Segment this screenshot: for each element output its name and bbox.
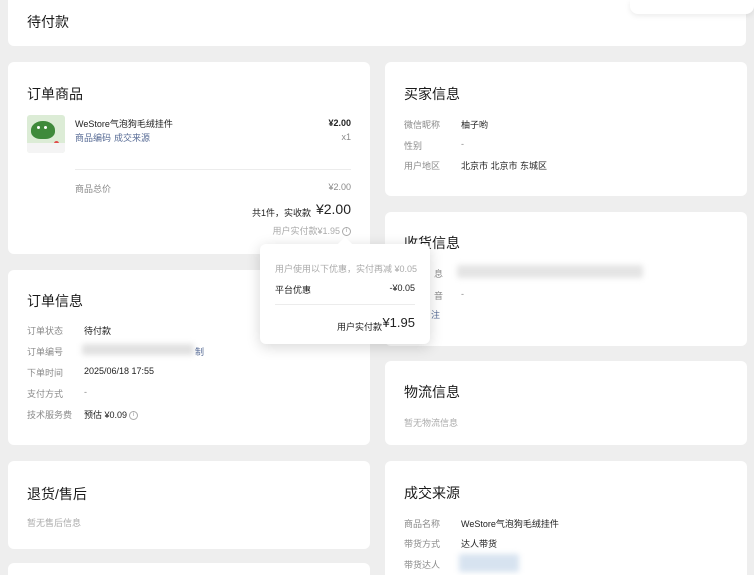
section-title: 买家信息 (404, 86, 460, 102)
talent-redacted (459, 554, 519, 572)
status-label: 订单状态 (27, 326, 64, 336)
gender-label: 性别 (404, 141, 423, 151)
pay-method-value: - (84, 387, 87, 397)
page-title: 待付款 (27, 14, 69, 30)
product-name[interactable]: WeStore气泡狗毛绒挂件 (75, 117, 173, 130)
popover-divider (275, 304, 415, 305)
discount-label: 平台优惠 (275, 285, 312, 295)
info-icon[interactable]: i (342, 227, 351, 237)
refund-card: 退货/售后 暂无售后信息 (8, 461, 370, 549)
thumb-eye (37, 126, 40, 129)
order-goods-card: 订单商品 WeStore气泡狗毛绒挂件 ¥2.00 x1 商品编码 成交来源 商… (8, 62, 370, 254)
address-redacted (457, 265, 643, 278)
buyer-card: 买家信息 微信昵称 柚子哟 性别 - 用户地区 北京市 北京市 东城区 (385, 62, 747, 196)
popover-hint: 用户使用以下优惠，实付再减 ¥0.05 (275, 264, 418, 274)
shipping-label-fragment: 息 (434, 269, 444, 279)
shipping-card: 收货信息 息 音 - 注 (385, 212, 747, 346)
product-code-link[interactable]: 商品编码 (75, 131, 111, 144)
copy-button[interactable]: 制 (195, 345, 204, 358)
gender-value: - (461, 139, 464, 149)
discount-value: -¥0.05 (389, 283, 415, 293)
product-qty: x1 (341, 132, 351, 142)
paid-summary: 共1件，实收款 (251, 208, 311, 218)
paid-amount: ¥2.00 (315, 201, 351, 217)
product-price: ¥2.00 (328, 118, 351, 128)
deal-source-link[interactable]: 成交来源 (114, 131, 150, 144)
product-thumbnail[interactable] (27, 115, 65, 153)
status-value: 待付款 (84, 326, 112, 336)
total-value: ¥1.95 (382, 315, 415, 330)
fee-label: 技术服务费 (27, 410, 73, 420)
pay-method-label: 支付方式 (27, 389, 64, 399)
user-paid-hint[interactable]: 用户实付款¥1.95 i (272, 224, 351, 237)
divider (75, 169, 351, 170)
subtotal-label: 商品总价 (75, 184, 112, 194)
logistics-empty: 暂无物流信息 (404, 418, 459, 428)
deal-source-card: 成交来源 商品名称 WeStore气泡狗毛绒挂件 带货方式 达人带货 带货达人 (385, 461, 747, 575)
time-label: 下单时间 (27, 368, 64, 378)
section-title: 退货/售后 (27, 486, 87, 502)
total-label: 用户实付款 (336, 322, 382, 332)
shipping-link-fragment[interactable]: 注 (431, 308, 440, 321)
region-label: 用户地区 (404, 161, 441, 171)
floating-panel-corner (630, 0, 754, 14)
section-title: 订单信息 (27, 293, 83, 309)
goods-name-value: WeStore气泡狗毛绒挂件 (461, 519, 559, 529)
goods-name-label: 商品名称 (404, 519, 441, 529)
thumb-shape (31, 121, 55, 139)
mode-label: 带货方式 (404, 539, 441, 549)
number-label: 订单编号 (27, 347, 64, 357)
discount-popover: 用户使用以下优惠，实付再减 ¥0.05 平台优惠 -¥0.05 用户实付款 ¥1… (260, 236, 430, 344)
order-number-redacted (82, 344, 194, 355)
refund-empty: 暂无售后信息 (27, 518, 82, 528)
info-icon[interactable]: i (129, 411, 139, 421)
region-value: 北京市 北京市 东城区 (461, 161, 548, 171)
shipping-label-fragment: 音 (434, 291, 444, 301)
subtotal-value: ¥2.00 (328, 182, 351, 192)
nick-label: 微信昵称 (404, 120, 441, 130)
time-value: 2025/06/18 17:55 (84, 366, 155, 376)
logistics-card: 物流信息 暂无物流信息 (385, 361, 747, 445)
mode-value: 达人带货 (461, 539, 498, 549)
shipping-value-fragment: - (461, 289, 464, 299)
user-paid-text: 用户实付款¥1.95 (272, 226, 340, 236)
section-title: 物流信息 (404, 384, 460, 400)
fee-value: 预估 ¥0.09 i (84, 408, 139, 421)
thumb-eye (44, 126, 47, 129)
nick-value: 柚子哟 (461, 120, 489, 130)
fee-text: 预估 ¥0.09 (84, 410, 128, 420)
thumb-base (27, 143, 65, 153)
talent-label: 带货达人 (404, 560, 441, 570)
section-title: 订单商品 (27, 86, 83, 102)
section-title: 成交来源 (404, 485, 460, 501)
next-card-peek (8, 563, 370, 575)
